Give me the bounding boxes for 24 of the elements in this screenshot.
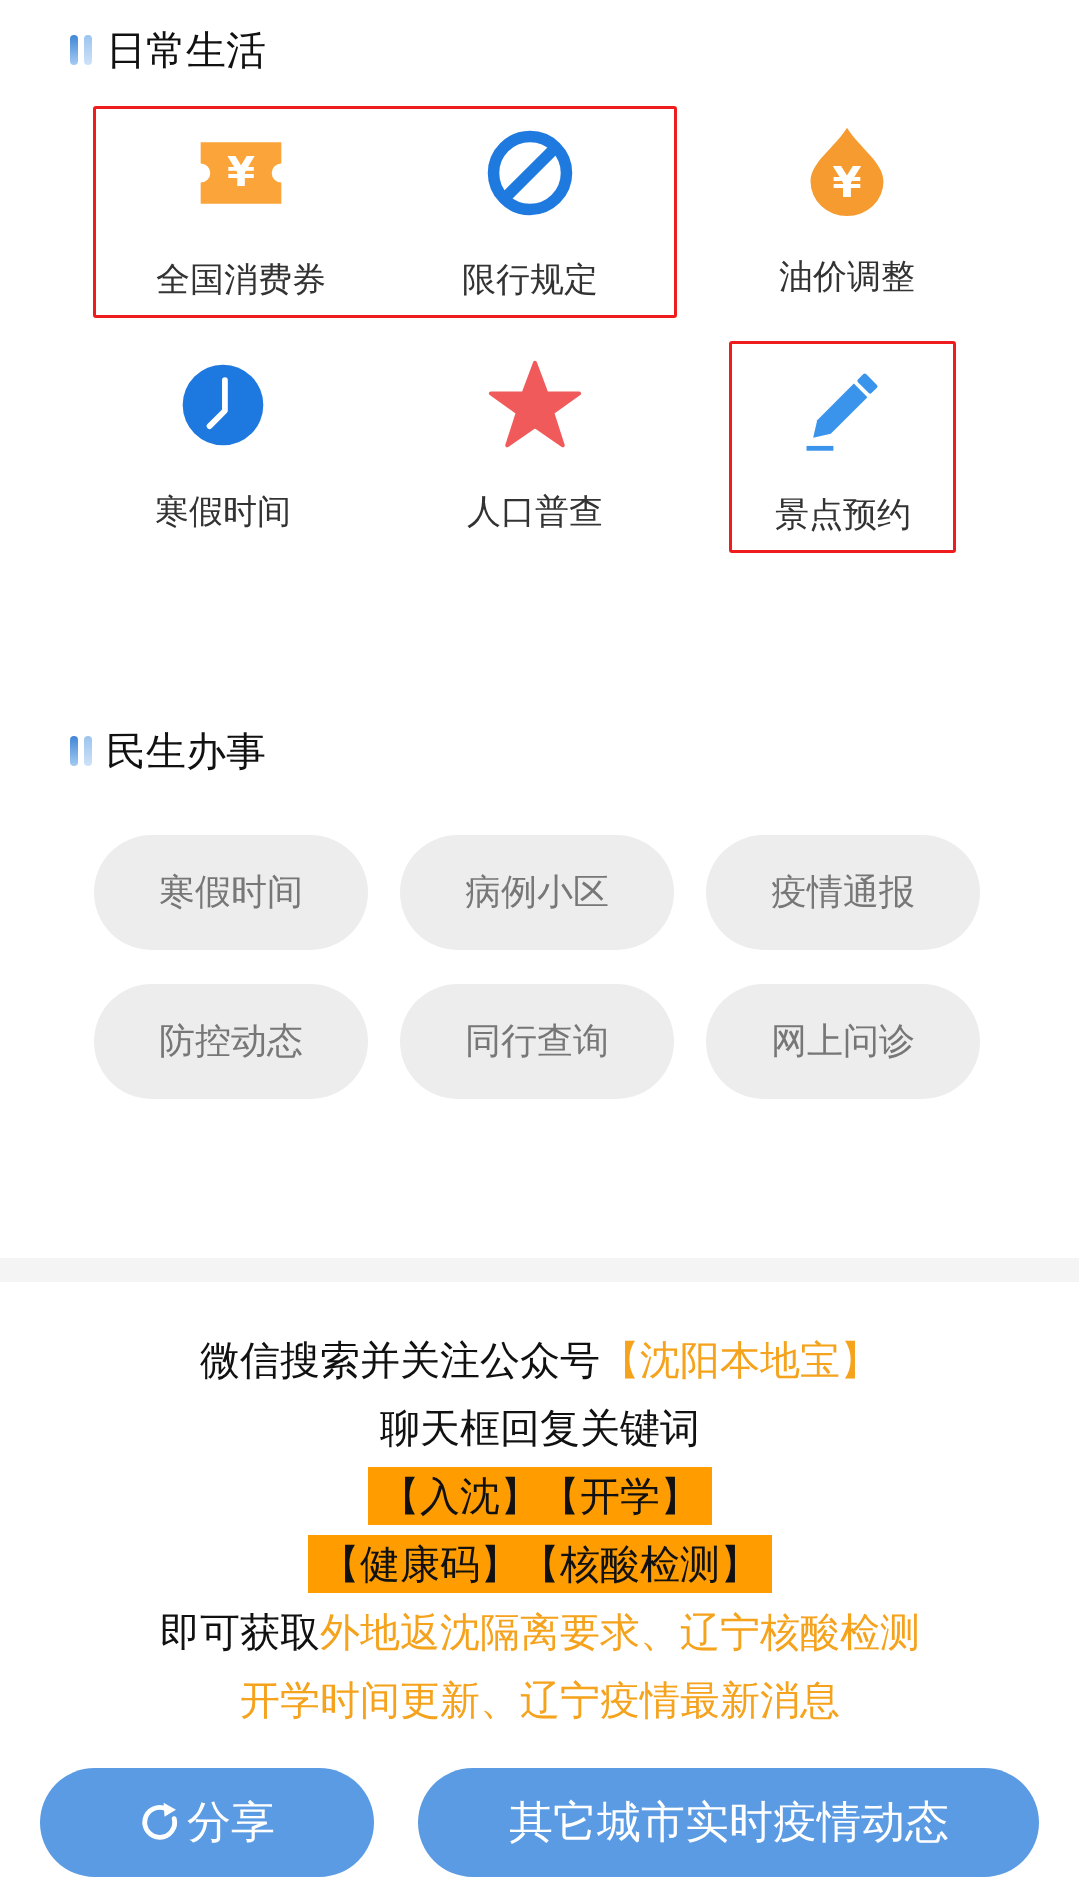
tile-label[interactable]: 人口普查 xyxy=(461,485,609,539)
section-title: 民生办事 xyxy=(106,726,266,776)
service-button[interactable]: 疫情通报 xyxy=(706,835,980,950)
notice-text: 微信搜索并关注公众号【沈阳本地宝】 xyxy=(199,1336,880,1385)
tile-label[interactable]: 全国消费券 xyxy=(149,253,332,307)
tile-label[interactable]: 寒假时间 xyxy=(149,485,297,539)
notice-text: 聊天框回复关键词 xyxy=(379,1404,700,1453)
tile-label[interactable]: 限行规定 xyxy=(455,253,604,307)
notice-text: 开学时间更新、辽宁疫情最新消息 xyxy=(239,1676,840,1725)
bars-icon xyxy=(70,35,92,65)
tile-label[interactable]: 油价调整 xyxy=(773,250,921,304)
bars-icon xyxy=(70,736,92,766)
notice-text: 即可获取外地返沈隔离要求、辽宁核酸检测 xyxy=(159,1608,920,1657)
service-button[interactable]: 防控动态 xyxy=(94,984,368,1099)
service-button[interactable]: 同行查询 xyxy=(400,984,674,1099)
tile-label[interactable]: 景点预约 xyxy=(768,488,917,542)
service-button[interactable]: 网上问诊 xyxy=(706,984,980,1099)
service-button[interactable]: 病例小区 xyxy=(400,835,674,950)
service-button[interactable]: 寒假时间 xyxy=(94,835,368,950)
share-button[interactable]: 分享 xyxy=(40,1768,374,1877)
keyword-text: 【入沈】【开学】 xyxy=(367,1467,712,1525)
city-updates-button[interactable]: 其它城市实时疫情动态 xyxy=(418,1768,1039,1877)
section-title: 日常生活 xyxy=(106,25,266,75)
keyword-text: 【健康码】【核酸检测】 xyxy=(307,1535,772,1593)
